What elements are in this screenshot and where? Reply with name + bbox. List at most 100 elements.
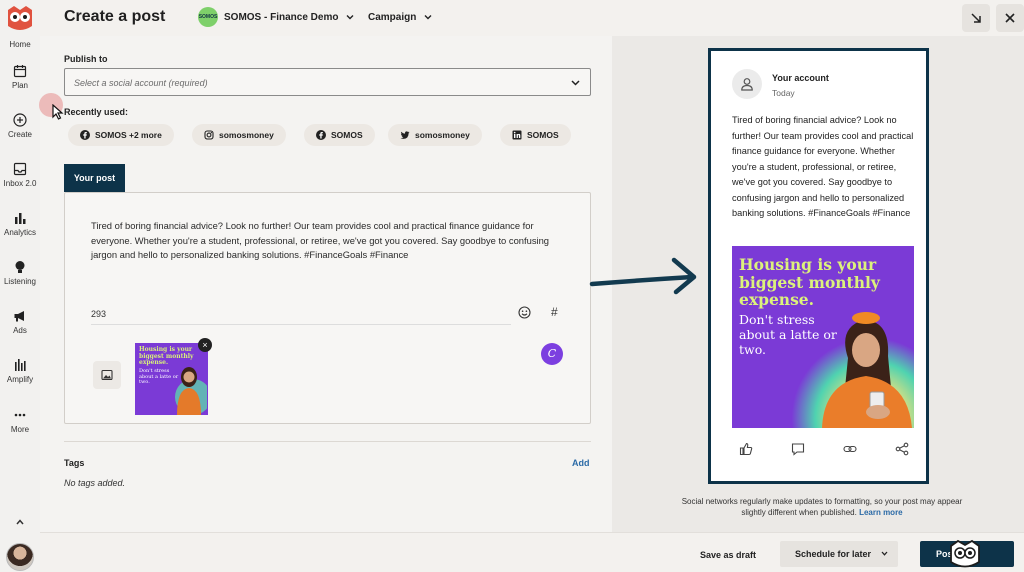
preview-disclaimer: Social networks regularly make updates t…: [672, 496, 972, 518]
avatar[interactable]: [6, 543, 34, 571]
comment-icon[interactable]: [791, 442, 805, 456]
close-icon: [1005, 13, 1015, 23]
person-illustration-icon: [175, 367, 207, 415]
preview-image-headline: Housing is your biggest monthly expense.: [739, 255, 880, 309]
schedule-later-button[interactable]: Schedule for later: [780, 541, 898, 567]
preview-card: Your account Today Tired of boring finan…: [718, 59, 919, 467]
campaign-label: Campaign: [368, 11, 417, 23]
no-tags-text: No tags added.: [64, 478, 126, 488]
mouse-cursor-icon: [52, 104, 64, 120]
owl-mascot-icon: [950, 539, 980, 568]
hootsuite-owl-logo-icon[interactable]: [4, 4, 36, 32]
chevron-down-icon: [346, 15, 354, 20]
sidebar-item-label: More: [10, 425, 30, 434]
sidebar-item-label: Home: [9, 40, 31, 49]
link-icon[interactable]: [843, 442, 857, 456]
recent-account-chip[interactable]: SOMOS: [500, 124, 571, 146]
facebook-icon: [80, 130, 90, 140]
annotation-arrow-icon: [589, 257, 697, 295]
sidebar-item-label: Analytics: [3, 228, 36, 237]
preview-image: Housing is your biggest monthly expense.…: [732, 246, 914, 428]
sidebar-item-label: Ads: [13, 326, 27, 335]
sidebar-item-amplify[interactable]: Amplify: [0, 358, 40, 384]
tab-your-post[interactable]: Your post: [64, 164, 125, 192]
like-icon[interactable]: [739, 442, 753, 456]
user-icon: [741, 78, 753, 91]
hashtag-button[interactable]: #: [551, 305, 558, 319]
recent-account-chip[interactable]: SOMOS: [304, 124, 375, 146]
linkedin-icon: [512, 130, 522, 140]
organization-selector[interactable]: SOMOS SOMOS - Finance Demo: [198, 7, 354, 27]
image-icon: [101, 369, 113, 381]
sidebar-item-plan[interactable]: Plan: [0, 64, 40, 90]
post-textarea[interactable]: Tired of boring financial advice? Look n…: [91, 219, 561, 263]
inbox-icon: [13, 162, 27, 176]
recent-account-chip[interactable]: somosmoney: [192, 124, 286, 146]
sidebar-item-label: Listening: [3, 277, 37, 286]
sidebar-item-analytics[interactable]: Analytics: [0, 211, 40, 237]
instagram-icon: [204, 130, 214, 140]
sidebar-item-create[interactable]: Create: [0, 113, 40, 139]
add-media-button[interactable]: [93, 361, 121, 389]
chip-label: SOMOS +2 more: [95, 130, 162, 140]
post-content-box[interactable]: Tired of boring financial advice? Look n…: [64, 192, 591, 424]
divider: [64, 441, 591, 442]
social-account-select[interactable]: Select a social account (required): [64, 68, 591, 96]
recent-account-chip[interactable]: SOMOS +2 more: [68, 124, 174, 146]
person-illustration-icon: [822, 312, 912, 428]
facebook-icon: [316, 130, 326, 140]
sidebar-item-inbox[interactable]: Inbox 2.0: [0, 162, 40, 188]
recent-account-chip[interactable]: somosmoney: [388, 124, 482, 146]
minimize-button[interactable]: [962, 4, 990, 32]
lightbulb-icon: [15, 261, 25, 273]
org-name: SOMOS - Finance Demo: [224, 11, 339, 23]
character-count: 293: [91, 309, 107, 319]
sidebar-item-label: Plan: [11, 81, 28, 90]
footer-bar: Save as draft Schedule for later Post no…: [40, 532, 1024, 572]
learn-more-link[interactable]: Learn more: [859, 508, 903, 517]
twitter-icon: [400, 131, 410, 139]
chevron-down-icon: [424, 15, 432, 20]
divider: [91, 324, 511, 325]
chevron-down-icon: [571, 80, 580, 86]
account-avatar: [732, 69, 762, 99]
disclaimer-text: Social networks regularly make updates t…: [681, 497, 963, 517]
save-draft-button[interactable]: Save as draft: [700, 550, 756, 560]
preview-account-name: Your account: [772, 73, 829, 83]
header: Create a post SOMOS SOMOS - Finance Demo…: [40, 0, 1024, 36]
sidebar-item-ads[interactable]: Ads: [0, 309, 40, 335]
canva-button[interactable]: C: [541, 343, 563, 365]
media-thumbnail[interactable]: Housing is your biggest monthly expense.…: [135, 343, 208, 415]
add-tag-link[interactable]: Add: [572, 458, 590, 468]
chip-label: somosmoney: [219, 130, 274, 140]
plus-circle-icon: [13, 113, 27, 127]
chip-label: somosmoney: [415, 130, 470, 140]
chevron-up-icon[interactable]: [14, 516, 26, 528]
campaign-selector[interactable]: Campaign: [368, 7, 432, 27]
org-badge: SOMOS: [198, 7, 218, 27]
sidebar-item-label: Amplify: [6, 375, 34, 384]
social-account-placeholder: Select a social account (required): [74, 78, 208, 88]
sidebar-item-more[interactable]: More: [0, 408, 40, 434]
share-icon[interactable]: [895, 442, 909, 456]
ellipsis-icon: [14, 413, 26, 417]
tags-label: Tags: [64, 458, 85, 468]
close-button[interactable]: [996, 4, 1024, 32]
sidebar: Home Plan Create Inbox 2.0 Analytics Lis…: [0, 0, 40, 572]
bar-chart-icon: [15, 213, 26, 224]
schedule-label: Schedule for later: [795, 549, 872, 559]
sidebar-item-home[interactable]: Home: [0, 40, 40, 49]
post-editor: Publish to Select a social account (requ…: [40, 36, 612, 532]
remove-media-button[interactable]: ×: [198, 338, 212, 352]
preview-post-text: Tired of boring financial advice? Look n…: [732, 115, 914, 218]
publish-to-label: Publish to: [64, 54, 108, 64]
preview-date: Today: [772, 88, 795, 98]
arrow-down-right-icon: [971, 13, 981, 23]
sidebar-item-listening[interactable]: Listening: [0, 260, 40, 286]
chip-label: SOMOS: [527, 130, 559, 140]
amplify-icon: [15, 359, 26, 371]
emoji-icon[interactable]: [518, 306, 531, 319]
chip-label: SOMOS: [331, 130, 363, 140]
phone-frame: Your account Today Tired of boring finan…: [708, 48, 929, 484]
calendar-icon: [13, 65, 27, 78]
